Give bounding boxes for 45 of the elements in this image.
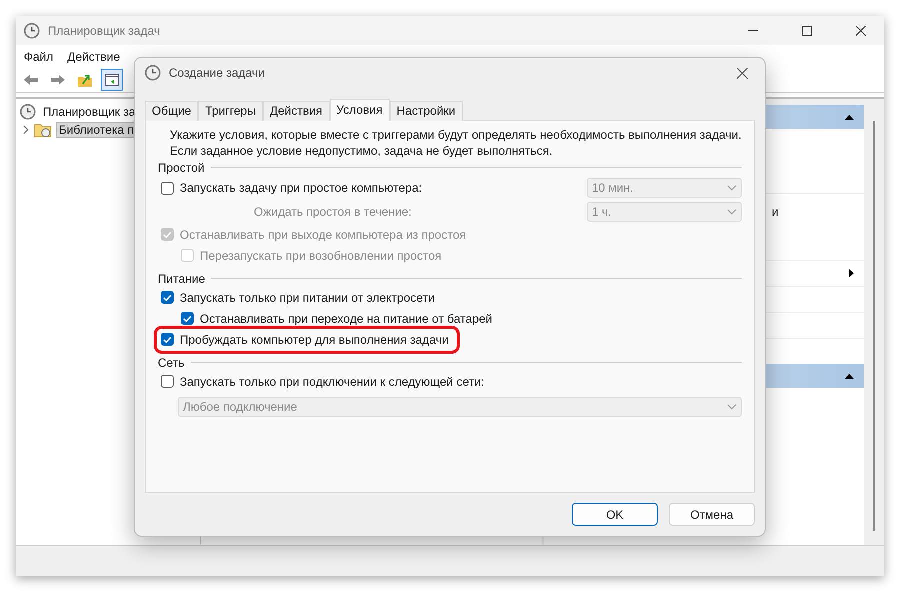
close-icon[interactable]	[856, 26, 866, 36]
collapse-up-icon[interactable]	[845, 374, 854, 378]
cancel-button[interactable]: Отмена	[669, 503, 755, 526]
dialog-title: Создание задачи	[169, 66, 266, 80]
checkbox-label: Останавливать при выходе компьютера из простоя	[180, 228, 466, 242]
collapse-up-icon[interactable]	[845, 114, 854, 120]
chevron-right-icon[interactable]	[22, 125, 30, 135]
ok-button[interactable]: OK	[572, 503, 658, 526]
chevron-down-icon	[727, 209, 737, 215]
close-icon[interactable]	[736, 68, 748, 78]
checkbox[interactable]	[161, 291, 174, 304]
section-title: Сеть	[158, 356, 185, 370]
tab[interactable]: Условия	[330, 99, 390, 121]
pane-toggle-icon[interactable]	[101, 69, 123, 91]
window-title: Планировщик задач	[48, 24, 162, 38]
checkbox-label: Перезапускать при возобновлении простоя	[200, 248, 442, 262]
chevron-down-icon	[727, 404, 737, 410]
section-title: Простой	[158, 160, 205, 174]
checkbox-label: Запускать только при питании от электросети	[180, 290, 435, 304]
checkbox[interactable]	[181, 312, 194, 325]
tab[interactable]: Действия	[262, 101, 330, 121]
minimize-icon[interactable]	[748, 30, 758, 32]
submenu-arrow-icon[interactable]	[849, 269, 854, 278]
menu-item[interactable]: Действие	[68, 50, 120, 64]
menu-item[interactable]: Файл	[24, 50, 54, 64]
tab[interactable]: Общие	[145, 101, 198, 121]
clock-icon	[145, 65, 161, 81]
description-text: Укажите условия, которые вместе с триггерами будут определять необходимость выполнения задачи. Если заданное условие недопустимо, задача не будет выполняться.	[170, 127, 743, 159]
checkbox-label: Пробуждать компьютер для выполнения задачи	[180, 332, 449, 346]
section-title: Питание	[158, 272, 206, 286]
clock-icon	[20, 104, 36, 120]
checkbox-label: Запускать только при подключении к следующей сети:	[180, 374, 484, 388]
checkbox-label: Запускать задачу при простое компьютера:	[180, 181, 422, 195]
maximize-icon[interactable]	[802, 26, 812, 36]
field-label: Ожидать простоя в течение:	[254, 205, 412, 219]
checkbox[interactable]	[161, 182, 174, 194]
checkbox[interactable]	[161, 375, 174, 388]
checkbox[interactable]	[161, 333, 174, 346]
action-item[interactable]: и	[772, 205, 779, 219]
folder-clock-icon	[34, 122, 52, 138]
tab[interactable]: Настройки	[390, 101, 463, 121]
tab[interactable]: Триггеры	[198, 101, 263, 121]
checkbox-label: Останавливать при переходе на питание от батарей	[200, 312, 492, 326]
chevron-down-icon	[727, 185, 737, 191]
clock-icon	[24, 22, 40, 38]
